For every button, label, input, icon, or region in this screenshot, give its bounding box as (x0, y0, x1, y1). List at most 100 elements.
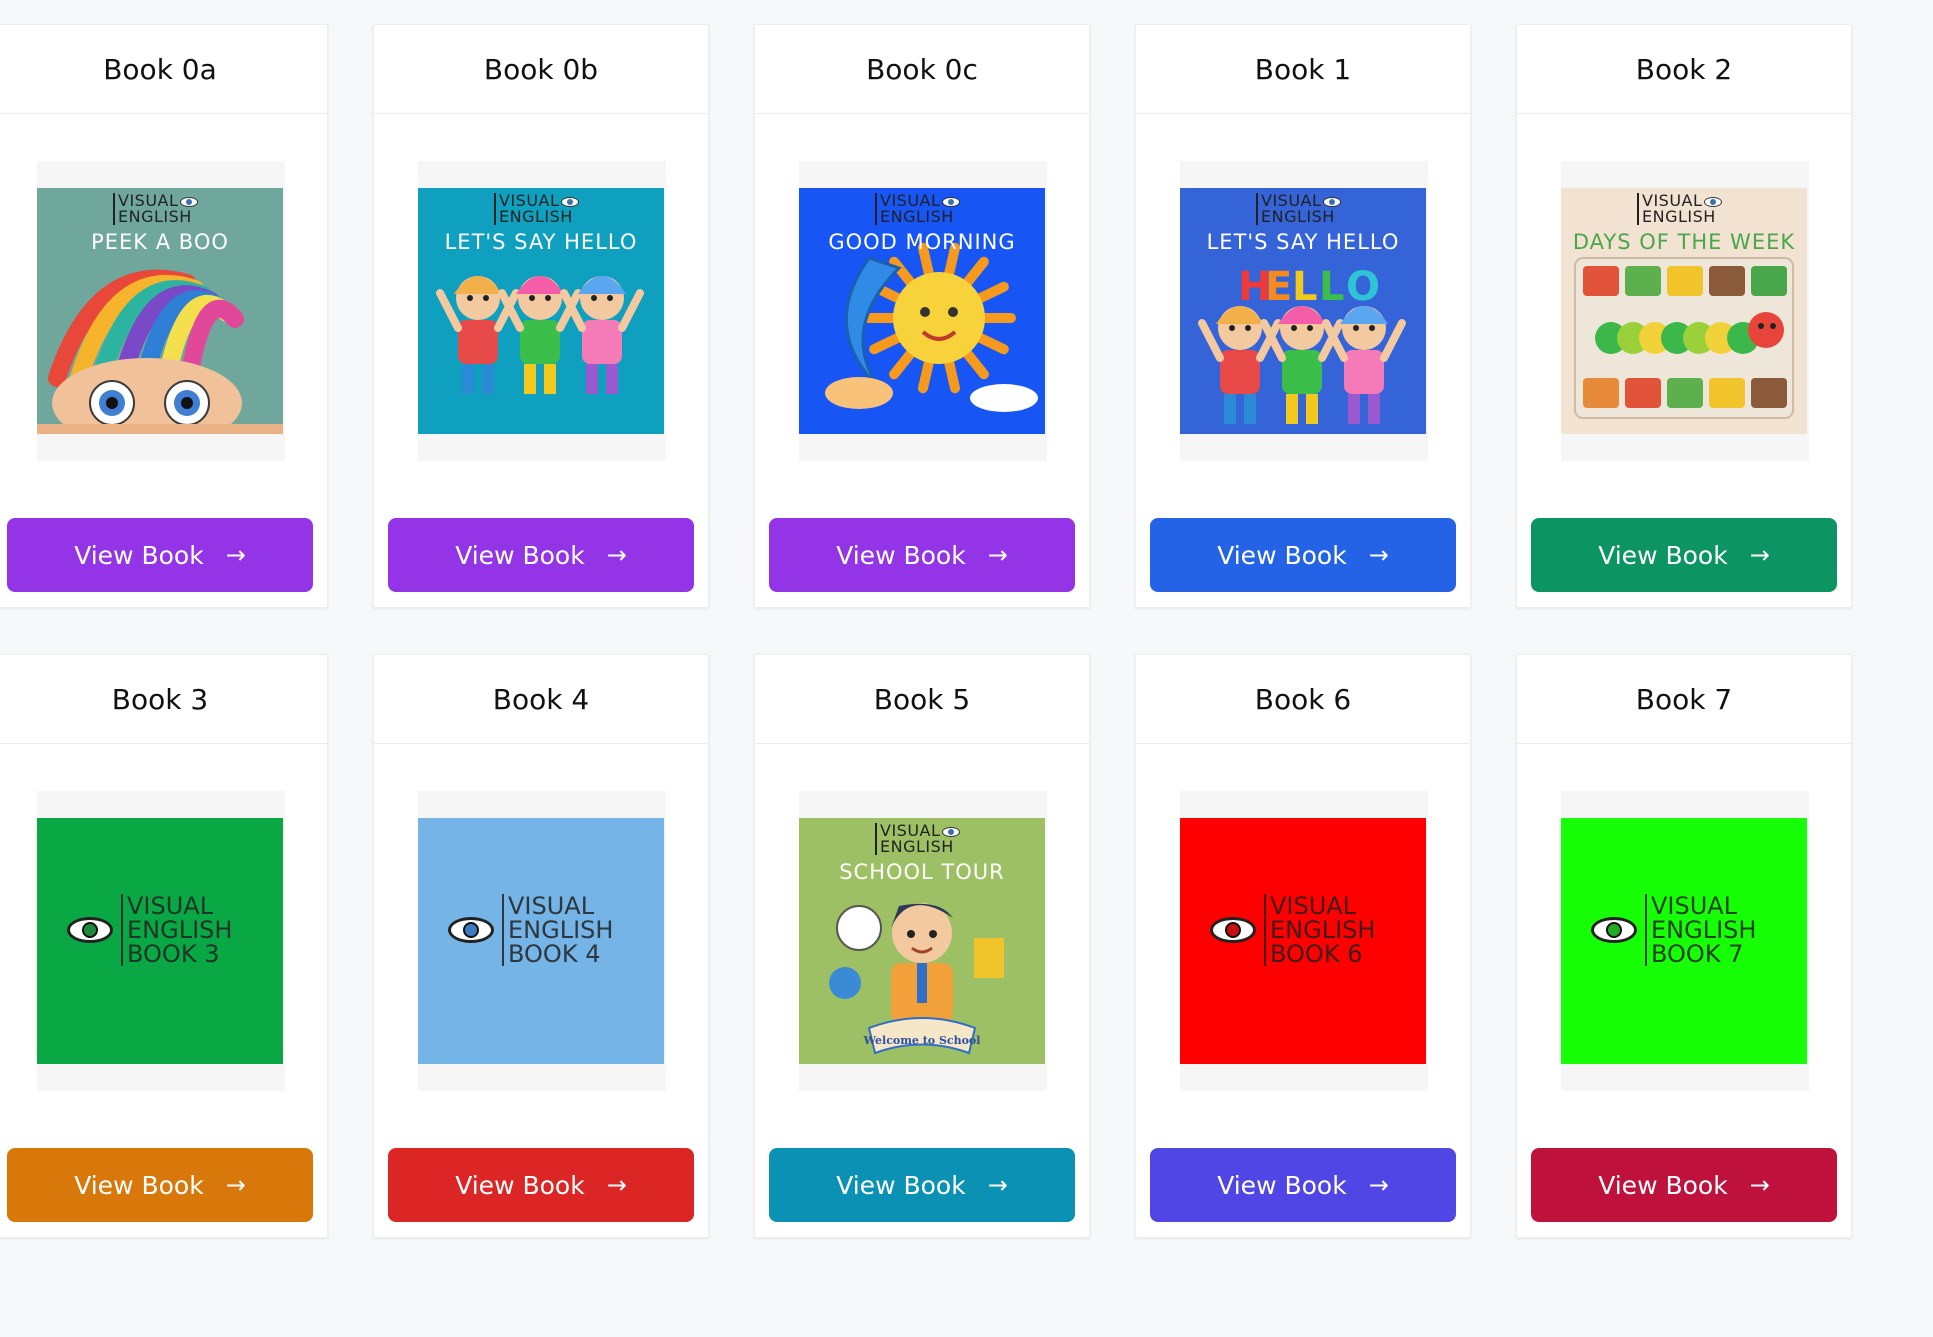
book-cover-frame: VISUAL ENGLISH PEEK A BOO (37, 161, 285, 461)
cover-title: DAYS OF THE WEEK (1572, 230, 1796, 254)
book-card: Book 3 VISUAL ENGLISH BOOK 3 View Book → (0, 654, 328, 1238)
view-book-label: View Book (1598, 1170, 1728, 1200)
svg-text:L: L (1319, 264, 1345, 310)
view-book-label: View Book (455, 540, 585, 570)
cover-title: SCHOOL TOUR (839, 860, 1005, 884)
book-cover-image[interactable]: VISUAL ENGLISH BOOK 6 (1180, 818, 1426, 1064)
eye-icon (180, 196, 199, 207)
arrow-right-icon: → (1749, 541, 1770, 569)
view-book-button[interactable]: View Book → (7, 518, 313, 592)
view-book-button[interactable]: View Book → (1531, 1148, 1837, 1222)
logo-line-english: ENGLISH (127, 916, 233, 944)
visual-english-logo: VISUAL ENGLISH (875, 193, 961, 226)
books-grid: Book 0a VISUAL ENGLISH PEEK A BOO View Book →… (0, 24, 1852, 1238)
view-book-button[interactable]: View Book → (388, 518, 694, 592)
eye-icon (1210, 917, 1256, 943)
book-cover-image[interactable]: Welcome to School VISUAL ENGLISH SCHOOL TOU… (799, 818, 1045, 1064)
book-card: Book 0c VISUAL ENGLISH GOOD MORNING View Boo… (754, 24, 1090, 608)
view-book-label: View Book (74, 1170, 204, 1200)
book-title: Book 3 (0, 655, 327, 744)
eye-icon (1591, 917, 1637, 943)
view-book-label: View Book (1217, 540, 1347, 570)
book-title: Book 5 (755, 655, 1089, 744)
logo-line-book: BOOK 3 (127, 940, 220, 968)
logo-line-english: ENGLISH (118, 207, 192, 226)
book-card: Book 1 H E L L O VISUAL ENGLISH LET'S SAY HELLO V… (1135, 24, 1471, 608)
view-book-button[interactable]: View Book → (1150, 518, 1456, 592)
logo-line-english: ENGLISH (499, 207, 573, 226)
logo-line-visual: VISUAL (1651, 892, 1738, 920)
book-cover-image[interactable]: VISUAL ENGLISH DAYS OF THE WEEK (1561, 188, 1807, 434)
eye-icon (1704, 196, 1723, 207)
view-book-label: View Book (1217, 1170, 1347, 1200)
arrow-right-icon: → (1368, 541, 1389, 569)
logo-line-book: BOOK 4 (508, 940, 601, 968)
book-card: Book 5 Welcome to School VISUAL ENGLISH SCHO… (754, 654, 1090, 1238)
logo-line-english: ENGLISH (880, 207, 954, 226)
eye-icon (942, 196, 961, 207)
svg-text:E: E (1265, 264, 1292, 310)
book-card: Book 0b VISUAL ENGLISH LET'S SAY HELLO View … (373, 24, 709, 608)
visual-english-logo: VISUAL ENGLISH BOOK 3 (67, 894, 232, 966)
book-cover-frame: VISUAL ENGLISH GOOD MORNING (799, 161, 1047, 461)
visual-english-logo: VISUAL ENGLISH (875, 823, 961, 856)
logo-text: VISUAL ENGLISH BOOK 7 (1645, 894, 1756, 966)
visual-english-logo: VISUAL ENGLISH BOOK 6 (1210, 894, 1375, 966)
book-cover-frame: VISUAL ENGLISH BOOK 3 (37, 791, 285, 1091)
logo-line-visual: VISUAL (127, 892, 214, 920)
book-cover-image[interactable]: VISUAL ENGLISH BOOK 3 (37, 818, 283, 1064)
book-card: Book 0a VISUAL ENGLISH PEEK A BOO View Book → (0, 24, 328, 608)
logo-line-english: ENGLISH (1270, 916, 1376, 944)
logo-line-book: BOOK 7 (1651, 940, 1744, 968)
book-cover-image[interactable]: VISUAL ENGLISH PEEK A BOO (37, 188, 283, 434)
cover-title: LET'S SAY HELLO (1206, 230, 1400, 254)
book-cover-image[interactable]: H E L L O VISUAL ENGLISH LET'S SAY HELLO (1180, 188, 1426, 434)
book-card: Book 7 VISUAL ENGLISH BOOK 7 View Book → (1516, 654, 1852, 1238)
book-title: Book 2 (1517, 25, 1851, 114)
cover-banner-text: Welcome to School (863, 1034, 981, 1047)
book-cover-frame: VISUAL ENGLISH BOOK 6 (1180, 791, 1428, 1091)
svg-text:L: L (1292, 264, 1318, 310)
view-book-label: View Book (1598, 540, 1728, 570)
cover-title: PEEK A BOO (91, 230, 229, 254)
view-book-label: View Book (836, 540, 966, 570)
arrow-right-icon: → (606, 541, 627, 569)
arrow-right-icon: → (987, 541, 1008, 569)
book-cover-image[interactable]: VISUAL ENGLISH LET'S SAY HELLO (418, 188, 664, 434)
logo-line-english: ENGLISH (1651, 916, 1757, 944)
visual-english-logo: VISUAL ENGLISH BOOK 7 (1591, 894, 1756, 966)
book-cover-image[interactable]: VISUAL ENGLISH BOOK 7 (1561, 818, 1807, 1064)
visual-english-logo: VISUAL ENGLISH (1256, 193, 1342, 225)
view-book-button[interactable]: View Book → (769, 518, 1075, 592)
visual-english-logo: VISUAL ENGLISH (1637, 193, 1723, 225)
visual-english-logo: VISUAL ENGLISH (113, 193, 199, 226)
view-book-button[interactable]: View Book → (7, 1148, 313, 1222)
arrow-right-icon: → (606, 1171, 627, 1199)
arrow-right-icon: → (1749, 1171, 1770, 1199)
book-cover-image[interactable]: VISUAL ENGLISH GOOD MORNING (799, 188, 1045, 434)
book-cover-image[interactable]: VISUAL ENGLISH BOOK 4 (418, 818, 664, 1064)
book-card: Book 6 VISUAL ENGLISH BOOK 6 View Book → (1135, 654, 1471, 1238)
view-book-button[interactable]: View Book → (769, 1148, 1075, 1222)
view-book-label: View Book (74, 540, 204, 570)
view-book-button[interactable]: View Book → (388, 1148, 694, 1222)
view-book-button[interactable]: View Book → (1531, 518, 1837, 592)
arrow-right-icon: → (1368, 1171, 1389, 1199)
book-cover-frame: VISUAL ENGLISH DAYS OF THE WEEK (1561, 161, 1809, 461)
book-title: Book 1 (1136, 25, 1470, 114)
view-book-button[interactable]: View Book → (1150, 1148, 1456, 1222)
book-cover-frame: VISUAL ENGLISH LET'S SAY HELLO (418, 161, 666, 461)
book-title: Book 4 (374, 655, 708, 744)
arrow-right-icon: → (225, 541, 246, 569)
logo-line-visual: VISUAL (508, 892, 595, 920)
logo-line-visual: VISUAL (1270, 892, 1357, 920)
logo-text: VISUAL ENGLISH BOOK 6 (1264, 894, 1375, 966)
eye-icon (1323, 196, 1342, 207)
book-card: Book 4 VISUAL ENGLISH BOOK 4 View Book → (373, 654, 709, 1238)
eye-icon (67, 917, 113, 943)
cover-title: LET'S SAY HELLO (444, 230, 638, 254)
logo-line-english: ENGLISH (880, 837, 954, 856)
book-title: Book 0c (755, 25, 1089, 114)
view-book-label: View Book (836, 1170, 966, 1200)
logo-line-english: ENGLISH (508, 916, 614, 944)
